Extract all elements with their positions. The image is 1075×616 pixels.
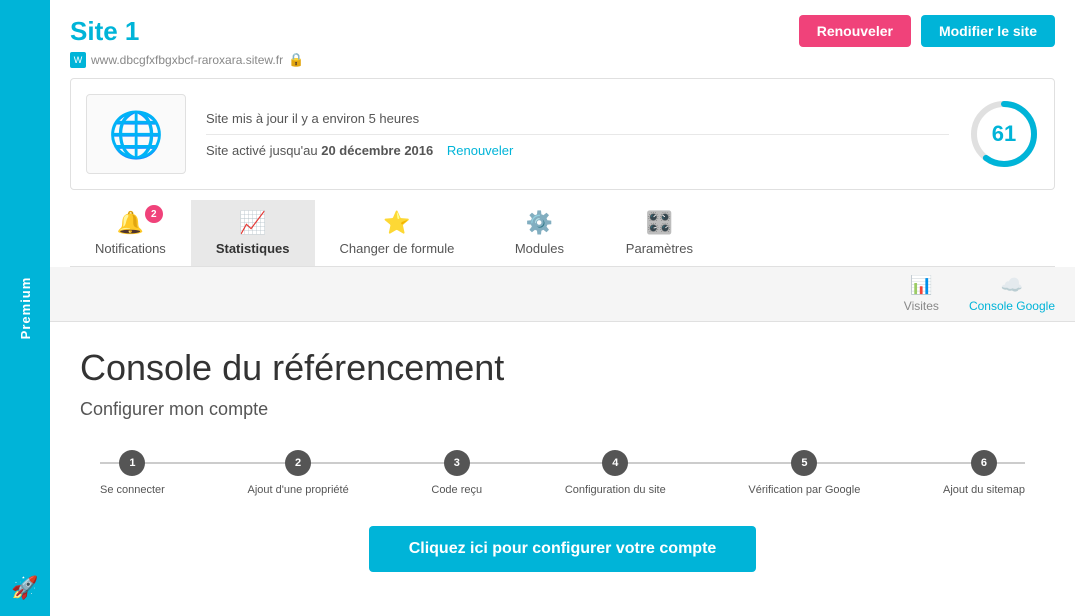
modules-label: Modules	[515, 241, 564, 256]
steps-container: 1 Se connecter 2 Ajout d'une propriété 3…	[100, 450, 1025, 496]
score-number: 61	[992, 121, 1016, 147]
content-area: Console du référencement Configurer mon …	[50, 322, 1075, 616]
site-title: Site 1	[70, 16, 139, 47]
step-3-label: Code reçu	[431, 484, 482, 496]
page-title: Console du référencement	[80, 347, 1045, 389]
url-icon: W	[70, 52, 86, 68]
step-1-label: Se connecter	[100, 484, 165, 496]
step-1: 1 Se connecter	[100, 450, 165, 496]
sub-tabs: 📊 Visites ☁️ Console Google	[50, 267, 1075, 322]
update-status: Site mis à jour il y a environ 5 heures	[206, 103, 949, 135]
site-status: Site mis à jour il y a environ 5 heures …	[206, 103, 949, 166]
formule-icon: ⭐	[383, 210, 410, 236]
notifications-icon: 🔔	[117, 210, 144, 236]
sub-tab-visites[interactable]: 📊 Visites	[904, 275, 939, 313]
active-status: Site activé jusqu'au 20 décembre 2016 Re…	[206, 135, 949, 166]
page-subtitle: Configurer mon compte	[80, 399, 1045, 420]
renew-button[interactable]: Renouveler	[799, 15, 911, 47]
console-google-label: Console Google	[969, 299, 1055, 313]
url-text: www.dbcgfxfbgxbcf-raroxara.sitew.fr	[91, 53, 283, 67]
sidebar-rocket-icon[interactable]: 🚀	[11, 575, 38, 601]
step-4-label: Configuration du site	[565, 484, 666, 496]
site-info-box: 🌐 Site mis à jour il y a environ 5 heure…	[70, 78, 1055, 190]
active-date: 20 décembre 2016	[321, 143, 433, 158]
visites-icon: 📊	[910, 275, 932, 296]
notifications-label: Notifications	[95, 241, 166, 256]
step-2-circle: 2	[285, 450, 311, 476]
step-2-label: Ajout d'une propriété	[248, 484, 349, 496]
notifications-badge: 2	[145, 205, 163, 223]
cta-container: Cliquez ici pour configurer votre compte	[80, 526, 1045, 572]
step-5-label: Vérification par Google	[748, 484, 860, 496]
step-2: 2 Ajout d'une propriété	[248, 450, 349, 496]
sub-tab-console-google[interactable]: ☁️ Console Google	[969, 275, 1055, 313]
statistiques-label: Statistiques	[216, 241, 290, 256]
header: Site 1 Renouveler Modifier le site W www…	[50, 0, 1075, 78]
lock-icon: 🔒	[288, 52, 304, 68]
step-3: 3 Code reçu	[431, 450, 482, 496]
step-6: 6 Ajout du sitemap	[943, 450, 1025, 496]
step-6-label: Ajout du sitemap	[943, 484, 1025, 496]
tab-parametres[interactable]: 🎛️ Paramètres	[599, 200, 719, 266]
step-5-circle: 5	[791, 450, 817, 476]
tab-formule[interactable]: ⭐ Changer de formule	[315, 200, 480, 266]
globe-container: 🌐	[86, 94, 186, 174]
steps: 1 Se connecter 2 Ajout d'une propriété 3…	[100, 450, 1025, 496]
site-url: W www.dbcgfxfbgxbcf-raroxara.sitew.fr 🔒	[70, 52, 1055, 68]
tab-statistiques[interactable]: 📈 Statistiques	[191, 200, 315, 266]
score-circle: 61	[969, 99, 1039, 169]
step-4-circle: 4	[602, 450, 628, 476]
step-6-circle: 6	[971, 450, 997, 476]
premium-label: Premium	[18, 262, 33, 355]
tabs: 🔔 2 Notifications 📈 Statistiques ⭐ Chang…	[70, 200, 1055, 267]
parametres-icon: 🎛️	[646, 210, 673, 236]
console-google-icon: ☁️	[1001, 275, 1023, 296]
active-prefix: Site activé jusqu'au	[206, 143, 321, 158]
tab-notifications[interactable]: 🔔 2 Notifications	[70, 200, 191, 266]
renew-inline-link[interactable]: Renouveler	[447, 143, 514, 158]
globe-icon: 🌐	[108, 108, 164, 161]
formule-label: Changer de formule	[340, 241, 455, 256]
modules-icon: ⚙️	[526, 210, 553, 236]
tab-modules[interactable]: ⚙️ Modules	[479, 200, 599, 266]
header-top: Site 1 Renouveler Modifier le site	[70, 15, 1055, 47]
statistiques-icon: 📈	[239, 210, 266, 236]
step-5: 5 Vérification par Google	[748, 450, 860, 496]
header-buttons: Renouveler Modifier le site	[799, 15, 1055, 47]
sidebar: Premium 🚀	[0, 0, 50, 616]
visites-label: Visites	[904, 299, 939, 313]
step-4: 4 Configuration du site	[565, 450, 666, 496]
step-3-circle: 3	[444, 450, 470, 476]
modify-site-button[interactable]: Modifier le site	[921, 15, 1055, 47]
step-1-circle: 1	[119, 450, 145, 476]
configure-account-button[interactable]: Cliquez ici pour configurer votre compte	[369, 526, 757, 572]
parametres-label: Paramètres	[626, 241, 693, 256]
main-content: Site 1 Renouveler Modifier le site W www…	[50, 0, 1075, 616]
